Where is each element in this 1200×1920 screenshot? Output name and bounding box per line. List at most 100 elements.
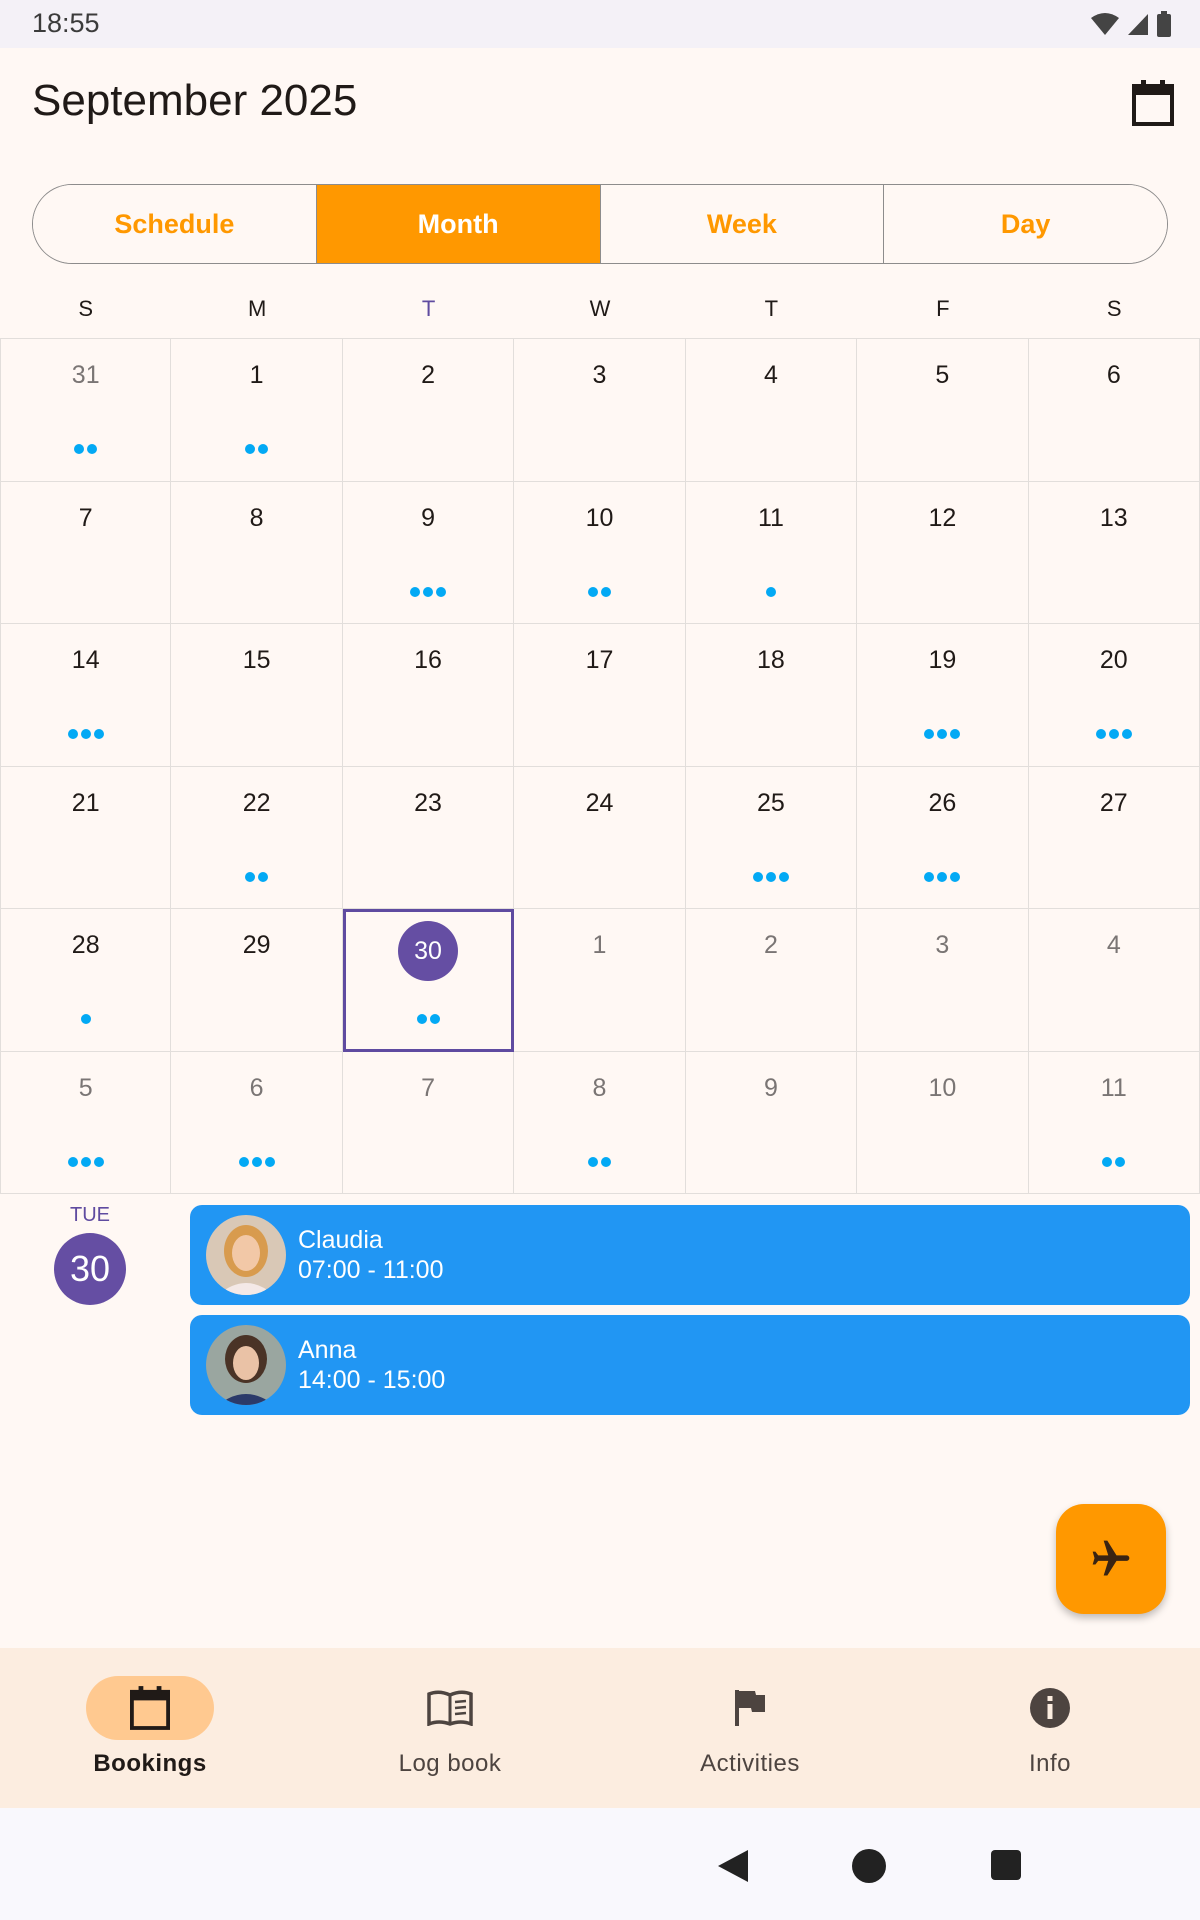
event-dot — [436, 586, 447, 597]
day-cell[interactable]: 2 — [685, 909, 858, 1052]
event-indicator — [343, 1014, 513, 1024]
weekday-wed: W — [589, 296, 611, 321]
day-number: 1 — [249, 361, 264, 389]
nav-bookings[interactable]: Bookings — [0, 1648, 300, 1808]
day-number: 16 — [414, 646, 442, 674]
day-cell[interactable]: 19 — [857, 624, 1029, 767]
day-cell[interactable]: 4 — [685, 339, 858, 482]
weekday-thu: T — [764, 296, 779, 321]
day-cell[interactable]: 18 — [685, 624, 858, 767]
tab-schedule[interactable]: Schedule — [33, 185, 317, 263]
day-cell[interactable]: 11 — [685, 481, 858, 624]
avatar — [206, 1325, 286, 1405]
back-icon[interactable] — [716, 1848, 750, 1884]
event-card[interactable]: Anna 14:00 - 15:00 — [190, 1315, 1190, 1415]
day-cell[interactable]: 17 — [514, 624, 686, 767]
agenda-day-number[interactable]: 30 — [54, 1233, 126, 1305]
day-cell-selected[interactable]: 30 — [342, 909, 515, 1052]
day-cell[interactable]: 23 — [342, 766, 515, 909]
event-text: Claudia 07:00 - 11:00 — [298, 1225, 443, 1285]
event-dot — [67, 729, 78, 739]
day-cell[interactable]: 14 — [0, 624, 172, 767]
day-cell[interactable]: 10 — [857, 1051, 1029, 1194]
day-cell[interactable]: 11 — [1028, 1051, 1200, 1194]
day-cell[interactable]: 24 — [514, 766, 686, 909]
agenda-date: TUE 30 — [54, 1204, 126, 1305]
day-number: 26 — [928, 788, 957, 817]
nav-label: Info — [1028, 1750, 1072, 1777]
day-number: 11 — [1100, 1073, 1127, 1102]
day-cell[interactable]: 28 — [0, 909, 172, 1052]
event-dot — [258, 871, 269, 882]
day-cell[interactable]: 3 — [514, 339, 686, 482]
event-dot — [416, 1014, 427, 1024]
system-nav-bar — [0, 1808, 1200, 1920]
tab-month[interactable]: Month — [316, 185, 601, 263]
day-cell[interactable]: 10 — [514, 481, 686, 624]
day-number: 2 — [421, 361, 436, 389]
status-bar: 18:55 — [0, 0, 1200, 48]
nav-label: Bookings — [93, 1750, 207, 1777]
day-cell[interactable]: 21 — [0, 766, 172, 909]
day-number: 12 — [928, 503, 957, 532]
day-number: 6 — [1106, 361, 1121, 389]
day-cell[interactable]: 31 — [0, 339, 172, 482]
day-cell[interactable]: 6 — [171, 1051, 343, 1194]
day-number: 31 — [71, 361, 100, 389]
day-cell[interactable]: 13 — [1028, 481, 1200, 624]
day-number: 11 — [757, 503, 784, 532]
nav-log-book[interactable]: Log book — [300, 1648, 600, 1808]
day-cell[interactable]: 2 — [342, 339, 515, 482]
day-cell[interactable]: 4 — [1028, 909, 1200, 1052]
day-cell[interactable]: 26 — [857, 766, 1029, 909]
day-cell[interactable]: 8 — [514, 1051, 686, 1194]
tab-week[interactable]: Week — [600, 185, 885, 263]
recents-icon[interactable] — [990, 1849, 1022, 1881]
day-number: 30 — [343, 921, 513, 981]
battery-icon — [1157, 11, 1171, 37]
event-dot — [80, 729, 91, 739]
day-number: 13 — [1099, 503, 1128, 532]
day-cell[interactable]: 25 — [685, 766, 858, 909]
day-number: 14 — [71, 646, 100, 674]
event-dot — [245, 444, 256, 454]
event-card[interactable]: Claudia 07:00 - 11:00 — [190, 1205, 1190, 1305]
day-cell[interactable]: 20 — [1028, 624, 1200, 767]
day-cell[interactable]: 22 — [171, 766, 343, 909]
event-dot — [1121, 729, 1132, 739]
day-number: 2 — [763, 931, 778, 959]
event-indicator — [1, 1014, 170, 1024]
day-cell[interactable]: 7 — [342, 1051, 515, 1194]
day-cell[interactable]: 9 — [685, 1051, 858, 1194]
day-number: 3 — [935, 931, 950, 959]
tab-day[interactable]: Day — [884, 185, 1167, 263]
nav-info[interactable]: Info — [900, 1648, 1200, 1808]
day-cell[interactable]: 1 — [514, 909, 686, 1052]
day-cell[interactable]: 9 — [342, 481, 515, 624]
book-icon — [427, 1690, 473, 1726]
day-cell[interactable]: 7 — [0, 481, 172, 624]
event-dot — [80, 1156, 91, 1167]
day-cell[interactable]: 27 — [1028, 766, 1200, 909]
day-cell[interactable]: 8 — [171, 481, 343, 624]
day-cell[interactable]: 15 — [171, 624, 343, 767]
day-number: 22 — [242, 788, 271, 817]
day-cell[interactable]: 12 — [857, 481, 1029, 624]
weekday-tue: T — [421, 296, 436, 321]
add-booking-button[interactable] — [1056, 1504, 1166, 1614]
day-cell[interactable]: 5 — [0, 1051, 172, 1194]
day-cell[interactable]: 1 — [171, 339, 343, 482]
day-cell[interactable]: 5 — [857, 339, 1029, 482]
day-cell[interactable]: 29 — [171, 909, 343, 1052]
day-number: 10 — [585, 503, 614, 532]
day-cell[interactable]: 3 — [857, 909, 1029, 1052]
home-icon[interactable] — [851, 1848, 887, 1884]
calendar-icon[interactable] — [1132, 80, 1174, 126]
nav-activities[interactable]: Activities — [600, 1648, 900, 1808]
day-cell[interactable]: 6 — [1028, 339, 1200, 482]
avatar — [206, 1215, 286, 1295]
calendar-icon — [130, 1686, 170, 1730]
day-number: 7 — [78, 503, 93, 532]
event-dot — [600, 1156, 611, 1167]
day-cell[interactable]: 16 — [342, 624, 515, 767]
